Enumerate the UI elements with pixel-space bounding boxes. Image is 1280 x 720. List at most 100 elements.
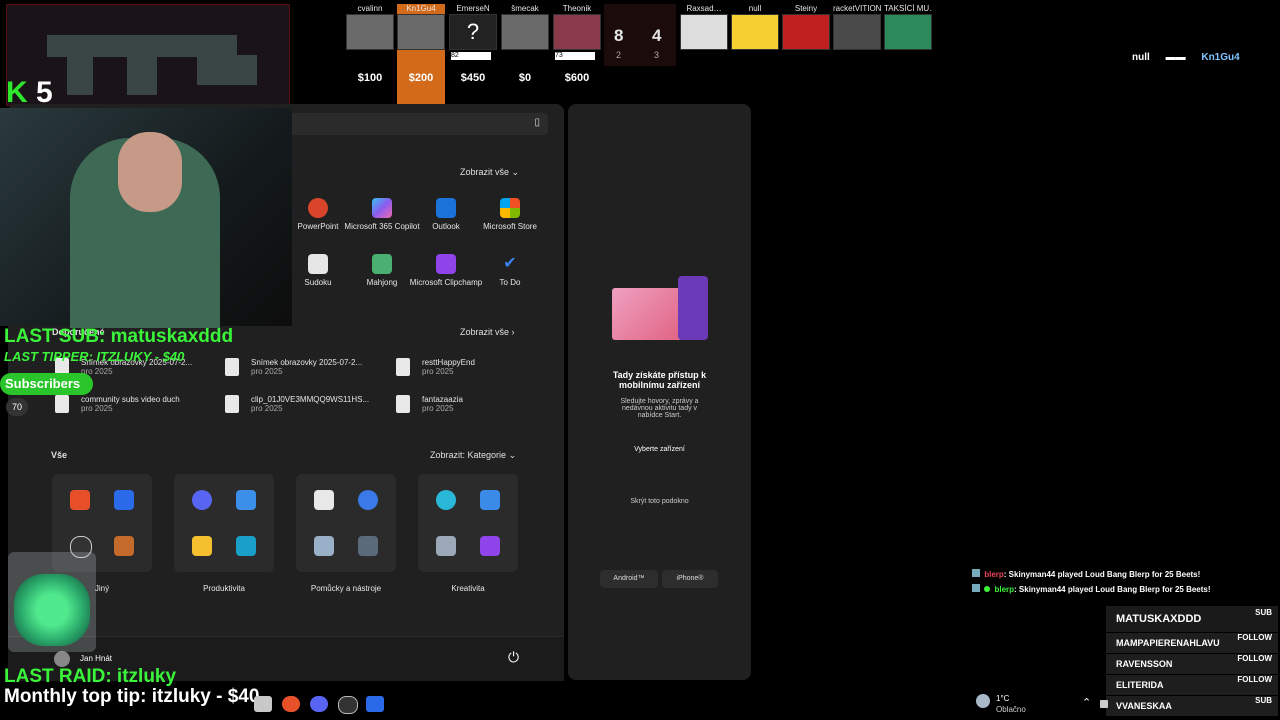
unknown-portrait-icon: ? [449,14,497,50]
cs-icon[interactable] [366,696,384,712]
player-portrait [553,14,601,50]
powerpoint-icon [308,198,328,218]
category-label: Pomůcky a nástroje [310,584,382,593]
chat-message: blerp: Skinyman44 played Loud Bang Blerp… [972,569,1200,579]
last-sub-label: LAST SUB: matuskaxddd [4,326,234,347]
weather-desc[interactable]: Oblačno [996,705,1026,714]
weather-icon[interactable] [976,694,990,708]
player-card: šmecak $0 [501,4,549,84]
category-label: Produktivita [203,584,245,593]
player-name: Steiny [794,4,818,13]
app-label: To Do [499,278,521,287]
image-file-icon [396,358,410,376]
player-hp: 73 [555,52,595,60]
recommended-item[interactable]: resttHappyEnd pro 2025 [396,358,475,376]
player-portrait [501,14,549,50]
category-folder-creativity[interactable] [418,474,518,572]
iphone-button[interactable]: iPhone® [662,570,718,588]
category-label: Kreativita [451,584,485,593]
obs-icon[interactable] [338,696,358,714]
folder-icon [192,536,212,556]
power-icon[interactable]: ⏻ [508,649,519,666]
copilot-icon [372,198,392,218]
video-file-icon [55,395,69,413]
chevron-down-icon: ⌄ [508,450,517,460]
taskbar-app-icon[interactable] [254,696,272,712]
rec-sub: pro 2025 [251,367,283,376]
round-score: 8 4 2 3 [604,4,676,66]
store-icon [500,198,520,218]
category-folder-utilities[interactable] [296,474,396,572]
hide-pane-link[interactable]: Skrýt toto podokno [568,498,751,505]
player-card: Theonik 73 $600 [553,4,601,84]
cs-icon [114,490,134,510]
chevron-down-icon: ⌄ [511,167,520,177]
image-file-icon [225,358,239,376]
notepad-icon [236,490,256,510]
killfeed-killer: null [1132,52,1150,63]
score-left: 8 [614,26,624,45]
snipping-icon [314,490,334,510]
alive-right: 3 [654,50,660,60]
tray-chevron-up-icon[interactable]: ⌃ [1082,696,1091,709]
phone-panel-desc: Sledujte hovory, zprávy a nedávnou aktiv… [620,398,699,419]
rec-name: Snímek obrazovky 2025-07-2... [251,358,363,367]
player-name: šmecak [511,4,539,13]
mahjong-icon [372,254,392,274]
phone-icon[interactable]: ▯ [534,117,540,128]
discord-icon [192,490,212,510]
recommended-see-all-button[interactable]: Zobrazit vše › [460,327,515,337]
photos-icon [480,490,500,510]
player-hp: 82 [451,52,491,60]
player-portrait [731,14,779,50]
recommended-item[interactable]: Snímek obrazovky 2025-07-2... pro 2025 [225,358,363,376]
search-input[interactable]: ▯ [290,113,548,135]
user-name[interactable]: Jan Hnát [80,654,112,663]
video-file-icon [396,395,410,413]
rec-name: fantazaazia [422,395,463,404]
player-portrait [346,14,394,50]
rec-name: community subs video duch [81,395,180,404]
player-card: null [731,4,779,50]
android-button[interactable]: Android™ [600,570,658,588]
pinned-app-todo[interactable]: ✔ To Do [470,254,550,287]
gun-icon: ▬▬ [1165,52,1186,63]
apps-icon [236,536,256,556]
score-right: 4 [652,26,662,45]
player-money: $450 [460,72,486,84]
last-raid-label: LAST RAID: itzluky [4,666,177,687]
recommended-item[interactable]: clip_01J0VE3MMQQ9WS11HS... pro 2025 [225,395,369,413]
player-card: EmerseN ? 82 $450 [449,4,497,84]
weather-temp[interactable]: 1°C [996,694,1009,703]
player-portrait [833,14,881,50]
recommended-item[interactable]: fantazaazia pro 2025 [396,395,463,413]
network-icon[interactable] [1100,700,1108,708]
pinned-app-store[interactable]: Microsoft Store [470,198,550,231]
streamer-head [118,132,182,212]
recommended-item[interactable]: community subs video duch pro 2025 [55,395,180,413]
rec-name: resttHappyEnd [422,358,475,367]
event-name: ELITERIDA [1116,680,1164,690]
player-portrait [884,14,932,50]
all-apps-view-button[interactable]: Zobrazit: Kategorie ⌄ [430,450,516,461]
avatar[interactable] [54,651,70,667]
alive-left: 2 [616,50,622,60]
player-portrait [782,14,830,50]
category-folder-productivity[interactable] [174,474,274,572]
player-card-active: Kn1Gu4 $200 [397,4,445,104]
view-label: Zobrazit: Kategorie [430,450,507,460]
last-tipper-label: LAST TIPPER: ITZLUKY - $40 [4,349,185,364]
killfeed: null ▬▬ Kn1Gu4 [1132,52,1240,63]
killfeed-victim: Kn1Gu4 [1201,52,1240,63]
clipchamp-icon [436,254,456,274]
chat-user: blerp [984,570,1004,579]
player-name: EmerseN [456,4,490,13]
todo-icon: ✔ [503,255,517,272]
game-icon [114,536,134,556]
event-name: MAMPAPIERENAHLAVU [1116,638,1220,648]
event-tag: FOLLOW [1237,675,1272,684]
phone-link-illustration [612,276,708,340]
pinned-see-all-button[interactable]: Zobrazit vše ⌄ [460,167,519,178]
discord-icon[interactable] [310,696,328,712]
brave-icon[interactable] [282,696,300,712]
